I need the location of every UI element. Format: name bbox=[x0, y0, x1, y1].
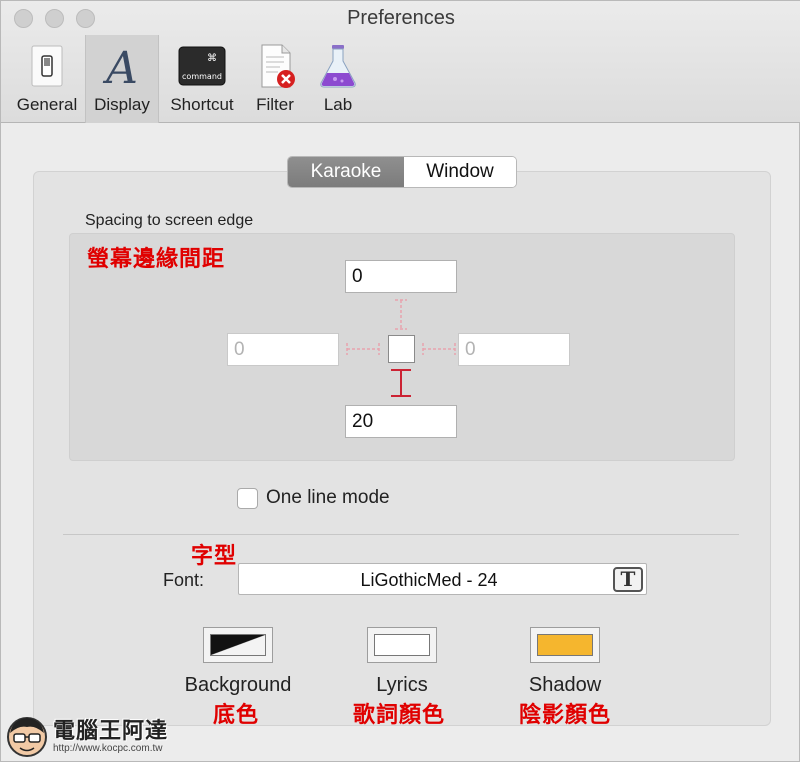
shadow-annotation: 陰影顏色 bbox=[519, 702, 612, 727]
left-spacing-field[interactable]: 0 bbox=[227, 333, 339, 366]
command-key-icon: ⌘ command bbox=[177, 43, 227, 89]
spacing-section-label: Spacing to screen edge bbox=[85, 212, 254, 229]
background-annotation: 底色 bbox=[213, 702, 260, 727]
font-field[interactable]: LiGothicMed - 24 T bbox=[238, 563, 647, 595]
flask-icon bbox=[313, 43, 363, 89]
lyrics-color-well[interactable] bbox=[367, 627, 437, 663]
top-spacing-field[interactable]: 0 bbox=[345, 260, 457, 293]
toolbar-label: Filter bbox=[256, 95, 294, 114]
watermark-name: 電腦王阿達 bbox=[53, 718, 169, 743]
font-picker-icon[interactable]: T bbox=[613, 567, 643, 592]
svg-text:A: A bbox=[102, 43, 138, 89]
toolbar-item-general[interactable]: General bbox=[9, 35, 85, 123]
spacing-annotation: 螢幕邊緣間距 bbox=[87, 246, 226, 271]
toolbar-label: General bbox=[16, 95, 78, 114]
one-line-mode-checkbox[interactable] bbox=[237, 487, 258, 509]
toolbar-label: Display bbox=[94, 95, 150, 114]
preferences-window: Preferences General A Display ⌘ command … bbox=[0, 0, 800, 762]
svg-text:⌘: ⌘ bbox=[207, 53, 217, 64]
background-color-well[interactable] bbox=[203, 627, 273, 663]
font-label: Font: bbox=[163, 570, 205, 590]
switch-icon bbox=[22, 43, 72, 89]
svg-text:command: command bbox=[182, 72, 222, 81]
shadow-color-swatch bbox=[537, 634, 593, 656]
document-remove-icon bbox=[250, 43, 300, 89]
one-line-mode-label[interactable]: One line mode bbox=[266, 487, 390, 509]
right-spacing-field[interactable]: 0 bbox=[458, 333, 570, 366]
title-bar: Preferences General A Display ⌘ command … bbox=[1, 1, 800, 123]
toolbar-label: Lab bbox=[323, 95, 353, 114]
toolbar-item-display[interactable]: A Display bbox=[85, 35, 159, 123]
background-color-swatch bbox=[210, 634, 266, 656]
font-a-icon: A bbox=[97, 43, 147, 94]
toolbar-item-shortcut[interactable]: ⌘ command Shortcut bbox=[163, 35, 241, 123]
tab-window[interactable]: Window bbox=[404, 157, 516, 187]
mode-segmented-control: Karaoke Window bbox=[287, 156, 517, 188]
bottom-spacing-field[interactable]: 20 bbox=[345, 405, 457, 438]
shadow-color-label: Shadow bbox=[528, 674, 602, 696]
watermark-url: http://www.kocpc.com.tw bbox=[53, 743, 163, 754]
lyrics-color-label: Lyrics bbox=[376, 674, 428, 696]
section-divider bbox=[63, 534, 739, 535]
background-color-label: Background bbox=[184, 674, 292, 696]
lyrics-color-swatch bbox=[374, 634, 430, 656]
font-value: LiGothicMed - 24 bbox=[360, 570, 498, 590]
mascot-logo-icon bbox=[7, 717, 47, 757]
tab-karaoke[interactable]: Karaoke bbox=[288, 157, 404, 187]
toolbar-item-filter[interactable]: Filter bbox=[245, 35, 305, 123]
screen-preview-box bbox=[388, 335, 415, 363]
one-line-mode-row[interactable]: One line mode bbox=[237, 487, 390, 509]
toolbar-label: Shortcut bbox=[170, 95, 234, 114]
font-annotation: 字型 bbox=[191, 543, 238, 568]
toolbar-item-lab[interactable]: Lab bbox=[309, 35, 367, 123]
watermark: 電腦王阿達 http://www.kocpc.com.tw bbox=[5, 713, 180, 759]
shadow-color-well[interactable] bbox=[530, 627, 600, 663]
window-title: Preferences bbox=[347, 7, 455, 29]
lyrics-annotation: 歌詞顏色 bbox=[353, 702, 446, 727]
